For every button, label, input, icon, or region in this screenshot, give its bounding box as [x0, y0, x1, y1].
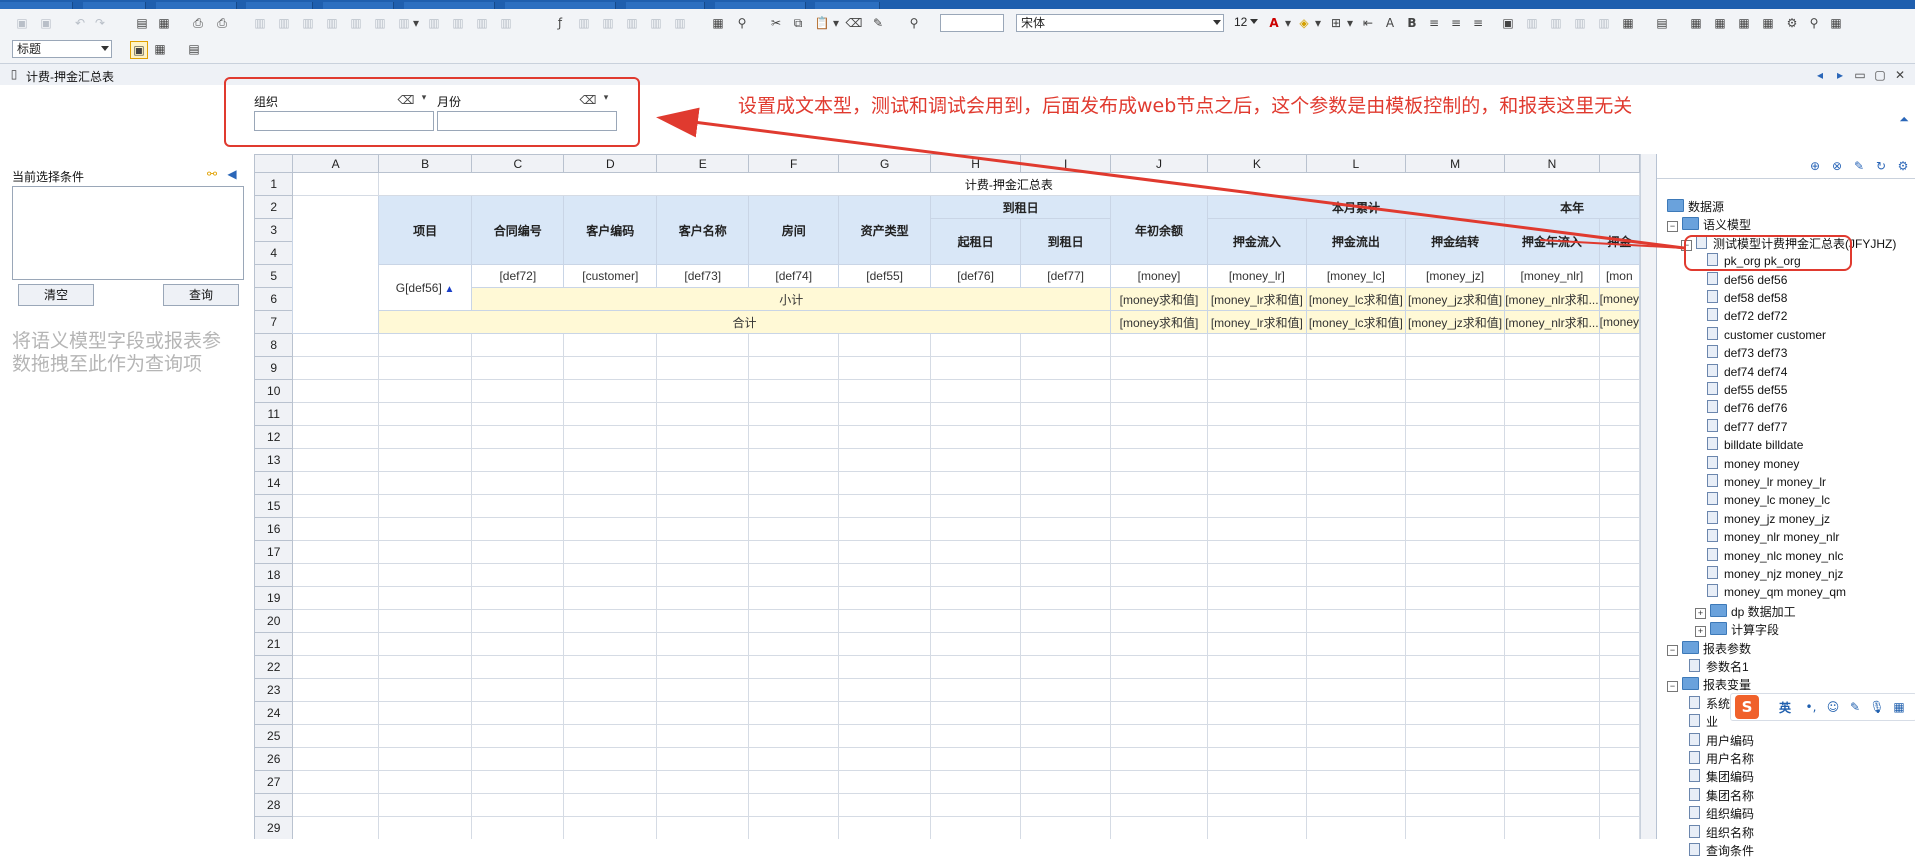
punctuation-icon[interactable]: •, [1803, 699, 1819, 715]
arrow-to-params [656, 107, 1685, 250]
ime-toolbar[interactable]: S 英 •, ☺ ✎ 🎙 ▦ [1730, 693, 1915, 721]
tree-variable[interactable]: 查询条件 [1689, 842, 1754, 859]
ime-logo[interactable]: S [1735, 695, 1759, 719]
grid-icon[interactable]: ▦ [1891, 699, 1907, 715]
pen-icon[interactable]: ✎ [1847, 699, 1863, 715]
annotation-arrows [656, 107, 1685, 250]
tree-item-label: 查询条件 [1706, 844, 1755, 858]
emoji-icon[interactable]: ☺ [1825, 699, 1841, 715]
microphone-icon[interactable]: 🎙 [1869, 699, 1885, 715]
ime-lang[interactable]: 英 [1779, 699, 1791, 716]
field-icon [1689, 843, 1700, 856]
